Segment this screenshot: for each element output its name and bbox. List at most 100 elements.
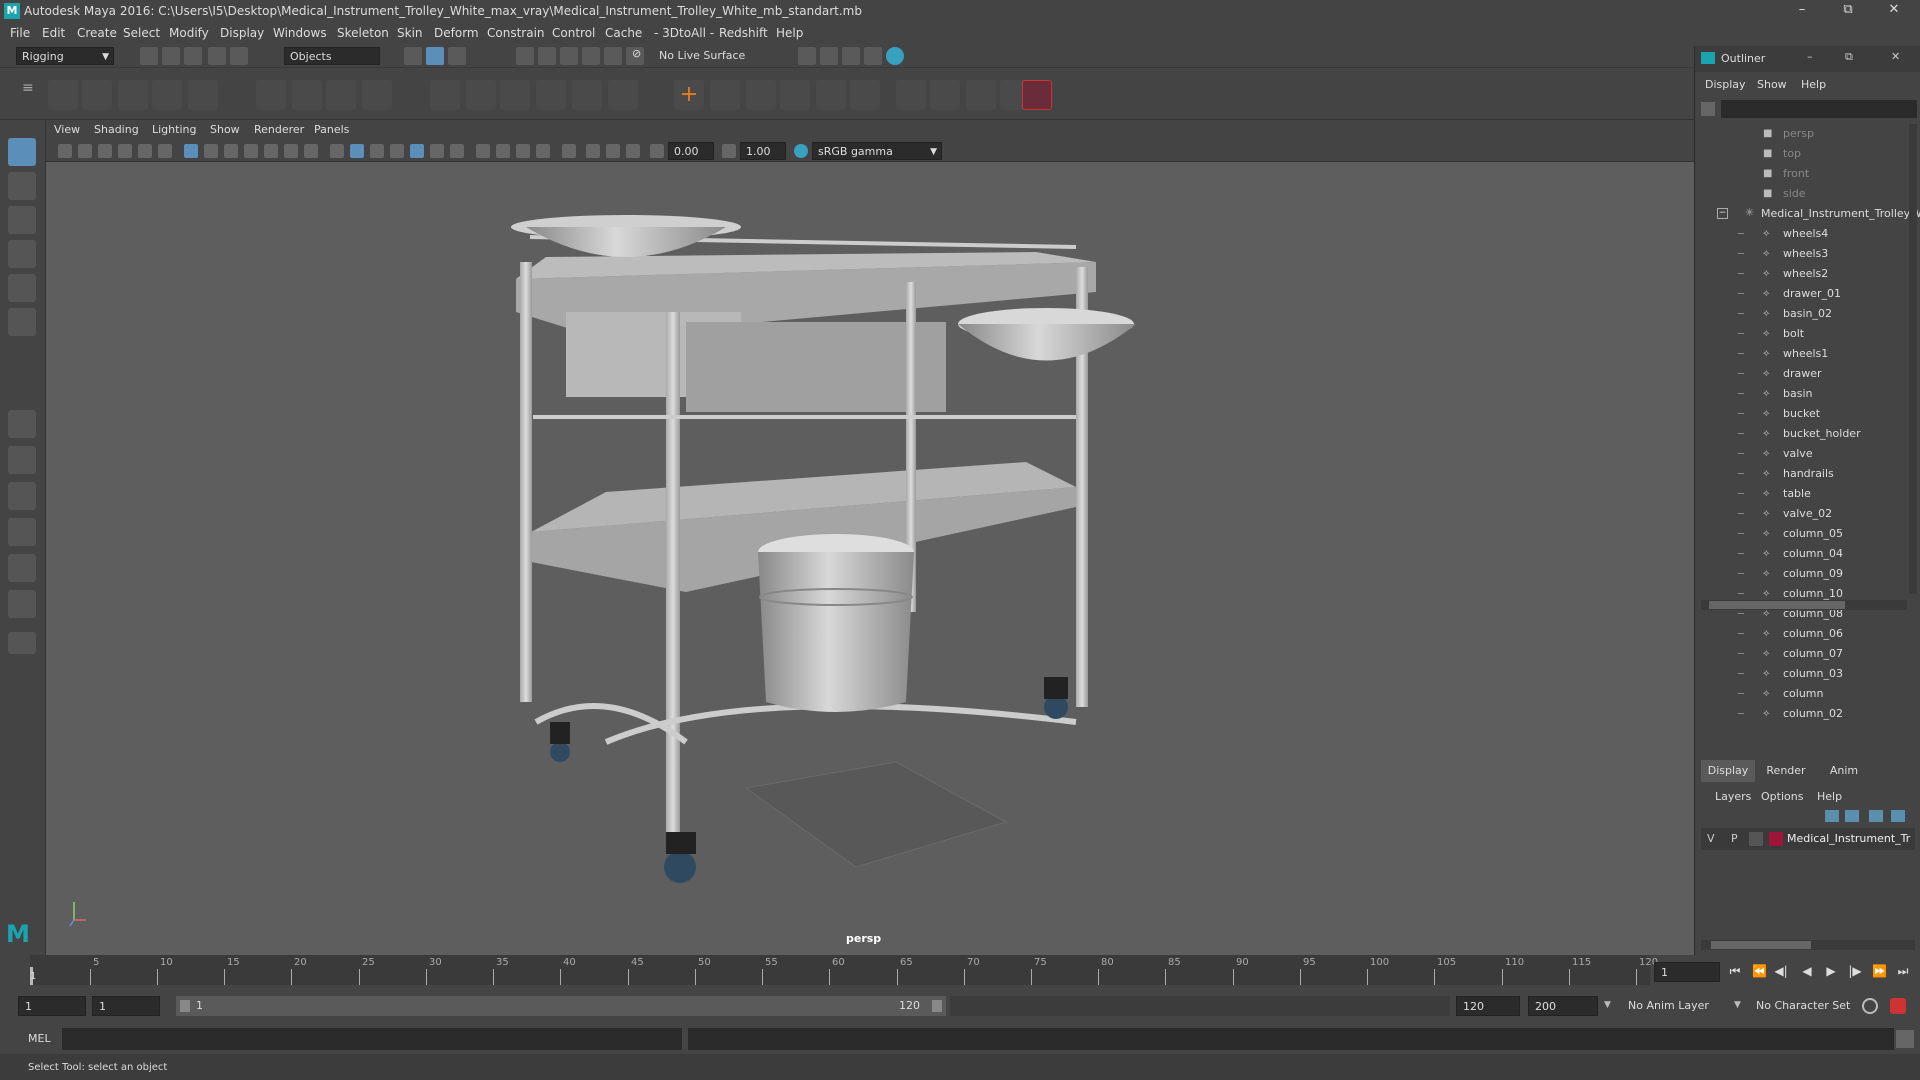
layer-hscrollbar[interactable]: [1701, 940, 1915, 950]
outliner-minimize-button[interactable]: –: [1807, 50, 1813, 63]
outliner-menu-display[interactable]: Display: [1705, 78, 1746, 91]
grease-pencil-icon[interactable]: [158, 144, 172, 158]
parent-constraint-icon[interactable]: [572, 80, 602, 110]
vp-menu-shading[interactable]: Shading: [94, 123, 139, 136]
mel-label[interactable]: MEL: [28, 1032, 51, 1045]
vp-menu-show[interactable]: Show: [210, 123, 240, 136]
outliner-item[interactable]: ⟡ column_02: [1695, 704, 1905, 724]
outliner-item[interactable]: ⟡ wheels1: [1695, 344, 1905, 364]
new-layer-icon[interactable]: [1869, 810, 1883, 822]
lasso-tool-icon[interactable]: [8, 172, 36, 200]
step-forward-key-icon[interactable]: ⏩: [1872, 964, 1887, 978]
connection-editor-icon[interactable]: [896, 80, 926, 110]
menu-skeleton[interactable]: Skeleton: [337, 26, 389, 40]
rotate-tool-icon[interactable]: [8, 274, 36, 302]
xray-components-icon[interactable]: [626, 144, 640, 158]
outliner-item[interactable]: ⟡ bucket_holder: [1695, 424, 1905, 444]
outliner-close-button[interactable]: ✕: [1891, 50, 1900, 63]
new-scene-icon[interactable]: [140, 47, 158, 65]
character-set-dropdown[interactable]: No Character Set: [1750, 996, 1860, 1016]
image-plane-icon[interactable]: [118, 144, 132, 158]
outliner-hscrollbar[interactable]: [1701, 600, 1907, 610]
redo-icon[interactable]: [230, 47, 248, 65]
xray-icon[interactable]: [586, 144, 600, 158]
outliner-item[interactable]: ⟡ column_07: [1695, 644, 1905, 664]
menu-modify[interactable]: Modify: [169, 26, 209, 40]
mirror-joint-icon[interactable]: [152, 80, 182, 110]
orient-constraint-icon[interactable]: [500, 80, 530, 110]
vp-menu-panels[interactable]: Panels: [314, 123, 349, 136]
exposure-field[interactable]: 0.00: [668, 142, 714, 160]
screen-space-ao-icon[interactable]: [476, 144, 490, 158]
script-editor-icon[interactable]: [1896, 1030, 1914, 1048]
vp-menu-lighting[interactable]: Lighting: [152, 123, 196, 136]
gamma-field[interactable]: 1.00: [740, 142, 786, 160]
range-slider[interactable]: 1 120: [176, 996, 946, 1016]
outliner-item[interactable]: ⟡ valve: [1695, 444, 1905, 464]
ik-spline-icon[interactable]: [118, 80, 148, 110]
menu-deform[interactable]: Deform: [434, 26, 479, 40]
more-layouts-icon[interactable]: [8, 632, 36, 654]
scroll-thumb[interactable]: [1709, 601, 1845, 609]
menu-edit[interactable]: Edit: [42, 26, 65, 40]
layer-visibility[interactable]: V: [1707, 832, 1715, 845]
range-end-handle[interactable]: [932, 1000, 942, 1012]
viewport-panel[interactable]: View Shading Lighting Show Renderer Pane…: [46, 120, 1694, 955]
wireframe-icon[interactable]: [330, 144, 344, 158]
outliner-item[interactable]: ⟡ basin_02: [1695, 304, 1905, 324]
outliner-item[interactable]: ⟡ column_09: [1695, 564, 1905, 584]
smooth-shade-icon[interactable]: [350, 144, 364, 158]
outliner-search-input[interactable]: [1721, 100, 1917, 118]
snap-view-plane-icon[interactable]: [582, 47, 600, 65]
shelf-options-icon[interactable]: ≡: [22, 80, 34, 110]
open-scene-icon[interactable]: [162, 47, 180, 65]
paint-weights-icon[interactable]: [292, 80, 322, 110]
current-frame-field[interactable]: 1: [1654, 962, 1720, 982]
outliner-item[interactable]: ⟡ table: [1695, 484, 1905, 504]
anti-aliasing-icon[interactable]: [516, 144, 530, 158]
scale-constraint-icon[interactable]: [536, 80, 566, 110]
playback-end-field[interactable]: 120: [1456, 996, 1520, 1016]
outliner-group[interactable]: − ✳ Medical_Instrument_Trolley_W: [1695, 204, 1920, 224]
tab-render[interactable]: Render: [1759, 760, 1813, 782]
camera-attributes-icon[interactable]: [78, 144, 92, 158]
layer-type[interactable]: [1749, 832, 1763, 846]
maximize-button[interactable]: ⧉: [1828, 2, 1868, 20]
gamma-icon[interactable]: [722, 144, 736, 158]
save-scene-icon[interactable]: [184, 47, 202, 65]
layer-move-up-icon[interactable]: [1825, 810, 1839, 822]
make-live-icon[interactable]: ⊘: [632, 47, 650, 65]
scene-canvas[interactable]: [46, 162, 1694, 955]
orient-joint-icon[interactable]: [188, 80, 218, 110]
hik-skeleton-icon[interactable]: [816, 80, 846, 110]
outliner-item[interactable]: ⟡ wheels3: [1695, 244, 1905, 264]
joint-tool-icon[interactable]: [48, 80, 78, 110]
playback-start-field[interactable]: 1: [92, 996, 160, 1016]
mode-dropdown[interactable]: Rigging ▼: [16, 47, 114, 65]
outliner-item[interactable]: ⟡ bolt: [1695, 324, 1905, 344]
render-frame-icon[interactable]: [820, 47, 838, 65]
animation-end-field[interactable]: 200: [1528, 996, 1598, 1016]
outliner-menu-help[interactable]: Help: [1801, 78, 1826, 91]
snap-point-icon[interactable]: [560, 47, 578, 65]
default-material-icon[interactable]: [370, 144, 384, 158]
outliner-item[interactable]: ⟡ wheels4: [1695, 224, 1905, 244]
hik-character-icon[interactable]: [780, 80, 810, 110]
step-back-key-icon[interactable]: ⏪: [1752, 964, 1767, 978]
layer-playback[interactable]: P: [1731, 832, 1738, 845]
step-forward-frame-icon[interactable]: |▶: [1848, 964, 1862, 978]
ipr-render-icon[interactable]: [842, 47, 860, 65]
safe-title-icon[interactable]: [304, 144, 318, 158]
selection-mode-dropdown[interactable]: Objects: [284, 47, 380, 65]
menu-3dtoall[interactable]: - 3DtoAll -: [654, 26, 714, 40]
move-tool-icon[interactable]: [8, 240, 36, 268]
color-space-dropdown[interactable]: sRGB gamma ▼: [812, 142, 942, 160]
go-to-end-icon[interactable]: ⏭: [1896, 964, 1910, 978]
xray-joints-icon[interactable]: [606, 144, 620, 158]
tab-display[interactable]: Display: [1701, 760, 1755, 782]
menu-select[interactable]: Select: [123, 26, 160, 40]
point-constraint-icon[interactable]: [430, 80, 460, 110]
hik-control-icon[interactable]: [966, 80, 996, 110]
layer-row[interactable]: V P Medical_Instrument_Tr: [1701, 828, 1915, 850]
outliner-item[interactable]: ⟡ column_03: [1695, 664, 1905, 684]
